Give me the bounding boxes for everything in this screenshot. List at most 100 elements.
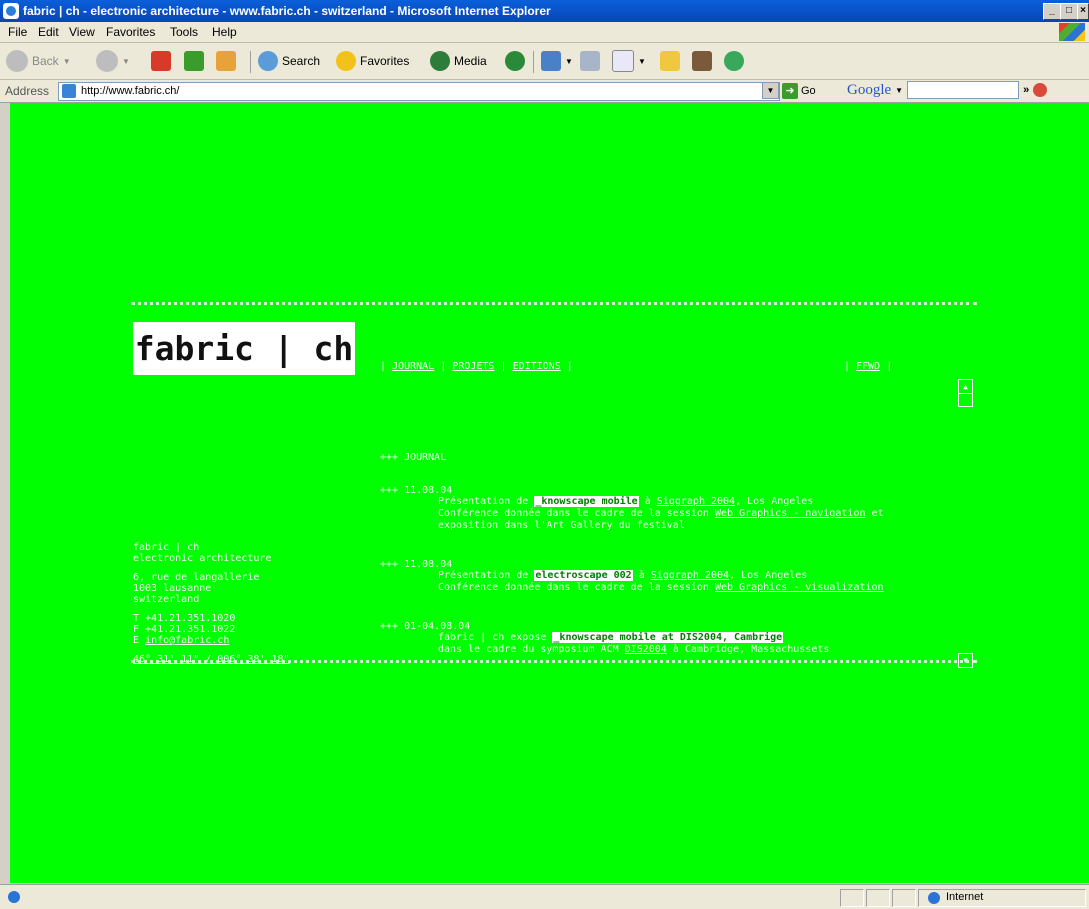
entry-text: , Los Angeles (729, 570, 808, 581)
chevron-down-icon: ▼ (122, 56, 130, 66)
entry-line: dans le cadre du symposium ACM DIS2004 à… (438, 644, 829, 655)
address-input[interactable]: http://www.fabric.ch/ (58, 82, 780, 101)
windows-logo-icon (1059, 23, 1085, 41)
entry-text: dans le cadre du symposium ACM (438, 644, 619, 655)
contact-phone: T +41.21.351.1020 (133, 613, 236, 624)
media-button[interactable]: Media (430, 49, 487, 73)
session-link[interactable]: Web Graphics - navigation (715, 508, 866, 519)
nav-separator: | (440, 361, 447, 372)
contact-description: electronic architecture (133, 553, 272, 564)
stop-icon (151, 51, 171, 71)
nav-projets[interactable]: PROJETS (452, 361, 494, 372)
scroll-up-button[interactable]: ▲ (958, 379, 973, 394)
email-prefix: E (133, 635, 140, 646)
status-text-area (4, 889, 834, 905)
session-link[interactable]: Web Graphics - visualization (715, 582, 884, 593)
maximize-button[interactable]: □ (1060, 3, 1078, 20)
contact-fax: F +41.21.351.1022 (133, 624, 236, 635)
back-button[interactable]: Back ▼ (6, 49, 71, 73)
google-toolbar: Google ▼ » (847, 81, 1048, 99)
zone-label: Internet (946, 891, 984, 903)
menu-favorites[interactable]: Favorites (106, 25, 155, 39)
close-button[interactable]: × (1077, 3, 1089, 20)
window-title: fabric | ch - electronic architecture - … (23, 4, 551, 18)
window-title-bar: fabric | ch - electronic architecture - … (0, 0, 1089, 22)
favorites-button[interactable]: Favorites (336, 49, 409, 73)
chevron-down-icon[interactable]: ▼ (895, 86, 903, 95)
nav-journal[interactable]: JOURNAL (392, 361, 434, 372)
page-status-icon (8, 891, 20, 903)
nav-separator: | (844, 361, 851, 372)
security-zone (918, 889, 1086, 907)
nav-separator: | (886, 361, 893, 372)
toolbar-overflow-icon[interactable]: » (1023, 84, 1029, 96)
project-link[interactable]: electroscape 002 (534, 570, 633, 581)
nav-editions[interactable]: EDITIONS (513, 361, 561, 372)
entry-text: Conférence donnée dans le cadre de la se… (438, 582, 709, 593)
go-label: Go (801, 85, 816, 97)
entry-date: +++ 11.08.04 (380, 559, 453, 570)
entry-text: à (638, 570, 645, 581)
print-button[interactable] (580, 49, 600, 73)
entry-line: Présentation de electroscape 002 à Siggr… (438, 570, 807, 581)
back-label: Back (32, 54, 59, 68)
folder-icon (660, 51, 680, 71)
refresh-icon (184, 51, 204, 71)
project-link[interactable]: _knowscape mobile (534, 496, 639, 507)
toolbar-divider (250, 51, 251, 73)
email-link[interactable]: info@fabric.ch (145, 635, 229, 646)
event-link[interactable]: DIS2004 (625, 644, 667, 655)
go-button[interactable]: ➜ Go (782, 82, 816, 100)
contact-address-line: 1003 lausanne (133, 583, 212, 594)
event-link[interactable]: Siggraph 2004 (657, 496, 735, 507)
entry-text: et (871, 508, 884, 519)
messenger-button[interactable] (724, 49, 744, 73)
forward-button[interactable]: ▼ (96, 49, 130, 73)
minimize-button[interactable]: _ (1043, 3, 1061, 20)
media-label: Media (454, 54, 487, 68)
mail-icon (541, 51, 561, 71)
folder-button[interactable] (660, 49, 680, 73)
google-search-input[interactable] (907, 81, 1020, 99)
entry-text: Présentation de (438, 496, 529, 507)
edit-button[interactable]: ▼ (612, 49, 646, 73)
entry-text: Conférence donnée dans le cadre de la se… (438, 508, 709, 519)
entry-line: Conférence donnée dans le cadre de la se… (438, 582, 884, 593)
research-button[interactable] (692, 49, 712, 73)
contact-address-line: switzerland (133, 594, 200, 605)
menu-help[interactable]: Help (212, 25, 237, 39)
address-toolbar: Address http://www.fabric.ch/ ▼ ➜ Go Goo… (0, 80, 1089, 103)
word-icon (612, 50, 634, 72)
refresh-button[interactable] (184, 49, 204, 73)
status-cell (840, 889, 864, 907)
menu-view[interactable]: View (69, 25, 95, 39)
mail-button[interactable]: ▼ (541, 49, 573, 73)
entry-text: Présentation de (438, 570, 529, 581)
search-button[interactable]: Search (258, 49, 320, 73)
menu-bar: File Edit View Favorites Tools Help (0, 22, 1089, 43)
fabric-ch-logo[interactable]: fabric | ch (133, 322, 355, 375)
ie-page-icon (3, 3, 19, 19)
section-title: +++ JOURNAL (380, 452, 447, 463)
menu-edit[interactable]: Edit (38, 25, 59, 39)
address-dropdown-button[interactable]: ▼ (762, 82, 779, 99)
entry-date: +++ 11.08.04 (380, 485, 453, 496)
chevron-down-icon: ▼ (638, 56, 646, 66)
menu-tools[interactable]: Tools (170, 25, 198, 39)
status-bar: Internet (0, 884, 1089, 909)
popup-blocker-icon[interactable] (1033, 83, 1048, 97)
google-logo[interactable]: Google (847, 82, 891, 99)
address-url: http://www.fabric.ch/ (81, 85, 180, 97)
status-cell (866, 889, 890, 907)
history-button[interactable] (505, 49, 525, 73)
entry-text: fabric | ch expose (438, 632, 547, 643)
event-link[interactable]: Siggraph 2004 (651, 570, 729, 581)
nav-ffwd[interactable]: FFWD (856, 361, 880, 372)
stop-button[interactable] (151, 49, 171, 73)
forward-arrow-icon (96, 50, 118, 72)
star-icon (336, 51, 356, 71)
project-link[interactable]: _knowscape mobile at DIS2004, Cambrige (552, 632, 784, 643)
entry-line: fabric | ch expose _knowscape mobile at … (438, 632, 784, 643)
home-button[interactable] (216, 49, 236, 73)
menu-file[interactable]: File (8, 25, 27, 39)
